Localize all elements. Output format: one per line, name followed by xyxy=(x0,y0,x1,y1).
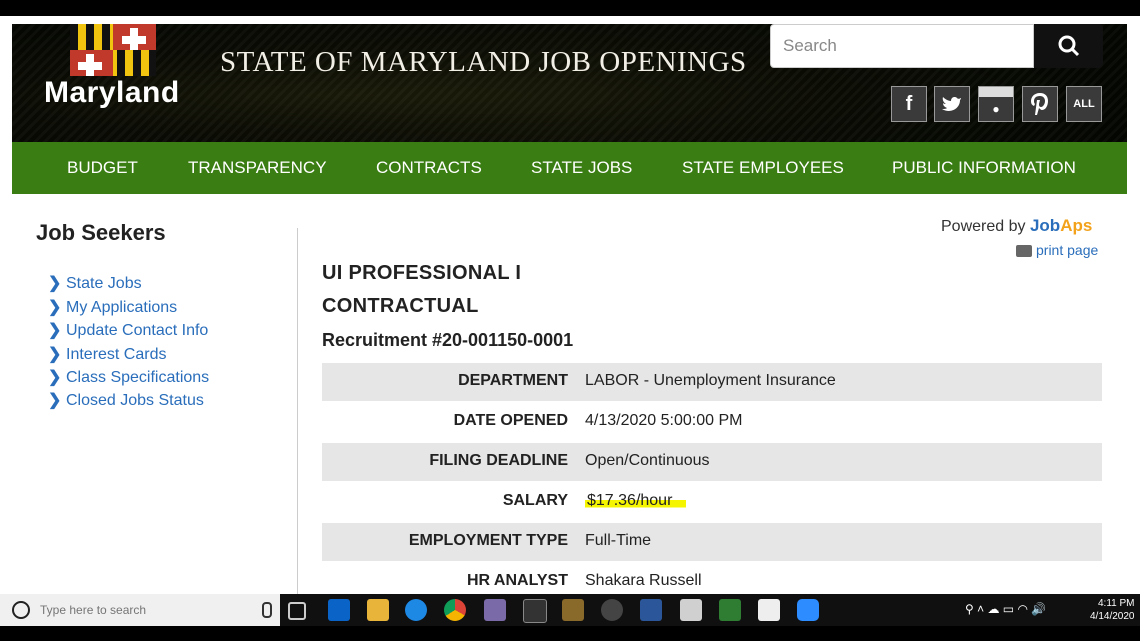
photos-icon[interactable] xyxy=(758,599,780,621)
media-icon[interactable] xyxy=(601,599,623,621)
app-icon[interactable] xyxy=(562,599,584,621)
chevron-right-icon: ❯ xyxy=(48,346,62,363)
chrome-icon[interactable] xyxy=(444,599,466,621)
search-icon xyxy=(1058,35,1079,57)
detail-row-salary: SALARY $17.36/hour xyxy=(322,483,1102,521)
window-top-bar xyxy=(0,0,1140,16)
window-bottom-bar xyxy=(0,626,1140,641)
detail-row-department: DEPARTMENT LABOR - Unemployment Insuranc… xyxy=(322,363,1102,401)
salary-highlight: $17.36/hour xyxy=(585,492,687,510)
chevron-right-icon: ❯ xyxy=(48,369,62,386)
all-social-icon: ALL xyxy=(1073,98,1095,110)
chevron-right-icon: ❯ xyxy=(48,275,62,292)
app-grid-icon[interactable] xyxy=(680,599,702,621)
nav-public-information[interactable]: PUBLIC INFORMATION xyxy=(892,158,1076,178)
sidebar-link-state-jobs[interactable]: ❯ State Jobs xyxy=(48,273,142,293)
chevron-right-icon: ❯ xyxy=(48,322,62,339)
file-explorer-icon[interactable] xyxy=(367,599,389,621)
chevron-right-icon: ❯ xyxy=(48,392,62,409)
sidebar-link-update-contact-info[interactable]: ❯ Update Contact Info xyxy=(48,320,208,340)
sidebar-link-interest-cards[interactable]: ❯ Interest Cards xyxy=(48,344,166,364)
windows-taskbar: ⚲ ˄ ☁ ▭ ◠ 🔊 4:11 PM 4/14/2020 xyxy=(0,594,1140,626)
browser-page: Maryland STATE OF MARYLAND JOB OPENINGS … xyxy=(0,16,1140,594)
paint-icon[interactable] xyxy=(484,599,506,621)
site-title: STATE OF MARYLAND JOB OPENINGS xyxy=(220,46,747,78)
taskbar-search-input[interactable] xyxy=(38,602,252,618)
jobaps-logo[interactable]: JobAps xyxy=(1030,216,1092,235)
video-editor-icon[interactable] xyxy=(719,599,741,621)
pinterest-icon xyxy=(1031,93,1048,115)
site-logo-text[interactable]: Maryland xyxy=(44,76,180,110)
taskbar-search[interactable] xyxy=(0,594,280,626)
detail-row-employment-type: EMPLOYMENT TYPE Full-Time xyxy=(322,523,1102,561)
search-button[interactable] xyxy=(1034,24,1103,68)
recruitment-number: Recruitment #20-001150-0001 xyxy=(322,330,574,350)
ap-app-icon[interactable] xyxy=(523,599,547,623)
nav-state-jobs[interactable]: STATE JOBS xyxy=(531,158,632,178)
detail-row-date-opened: DATE OPENED 4/13/2020 5:00:00 PM xyxy=(453,412,743,429)
print-page-link[interactable]: print page xyxy=(1016,242,1098,258)
nav-contracts[interactable]: CONTRACTS xyxy=(376,158,482,178)
zoom-icon[interactable] xyxy=(797,599,819,621)
maryland-flag-icon xyxy=(70,24,156,76)
printer-icon xyxy=(1016,245,1032,258)
word-icon[interactable] xyxy=(640,599,662,621)
sidebar-title: Job Seekers xyxy=(36,220,166,245)
facebook-button[interactable]: f xyxy=(891,86,927,122)
search-box xyxy=(770,24,1034,68)
divider xyxy=(297,228,298,594)
job-title-line2: CONTRACTUAL xyxy=(322,295,479,317)
nav-state-employees[interactable]: STATE EMPLOYEES xyxy=(682,158,844,178)
powered-by: Powered by JobAps xyxy=(941,216,1093,235)
sidebar-link-closed-jobs-status[interactable]: ❯ Closed Jobs Status xyxy=(48,390,204,410)
nav-transparency[interactable]: TRANSPARENCY xyxy=(188,158,327,178)
taskbar-clock[interactable]: 4:11 PM 4/14/2020 xyxy=(1090,597,1135,623)
cortana-icon xyxy=(12,601,30,619)
instagram-button[interactable]: ● xyxy=(978,86,1014,122)
job-title-line1: UI PROFESSIONAL I xyxy=(322,262,522,284)
detail-row-hr-analyst: HR ANALYST Shakara Russell xyxy=(466,572,702,589)
task-view-icon[interactable] xyxy=(288,602,306,620)
outlook-icon[interactable] xyxy=(328,599,350,621)
twitter-button[interactable] xyxy=(934,86,970,122)
sidebar-link-class-specifications[interactable]: ❯ Class Specifications xyxy=(48,367,209,387)
sidebar-link-my-applications[interactable]: ❯ My Applications xyxy=(48,297,177,317)
system-tray-icons[interactable]: ⚲ ˄ ☁ ▭ ◠ 🔊 xyxy=(965,603,1046,616)
microphone-icon xyxy=(262,602,272,618)
instagram-icon: ● xyxy=(992,102,1000,116)
internet-explorer-icon[interactable] xyxy=(405,599,427,621)
facebook-icon: f xyxy=(905,92,913,115)
all-social-button[interactable]: ALL xyxy=(1066,86,1102,122)
chevron-right-icon: ❯ xyxy=(48,299,62,316)
detail-row-filing-deadline: FILING DEADLINE Open/Continuous xyxy=(322,443,1102,481)
nav-budget[interactable]: BUDGET xyxy=(67,158,138,178)
pinterest-button[interactable] xyxy=(1022,86,1058,122)
main-nav: BUDGET TRANSPARENCY CONTRACTS STATE JOBS… xyxy=(12,142,1127,194)
twitter-icon xyxy=(942,97,961,111)
search-input[interactable] xyxy=(781,25,1025,67)
